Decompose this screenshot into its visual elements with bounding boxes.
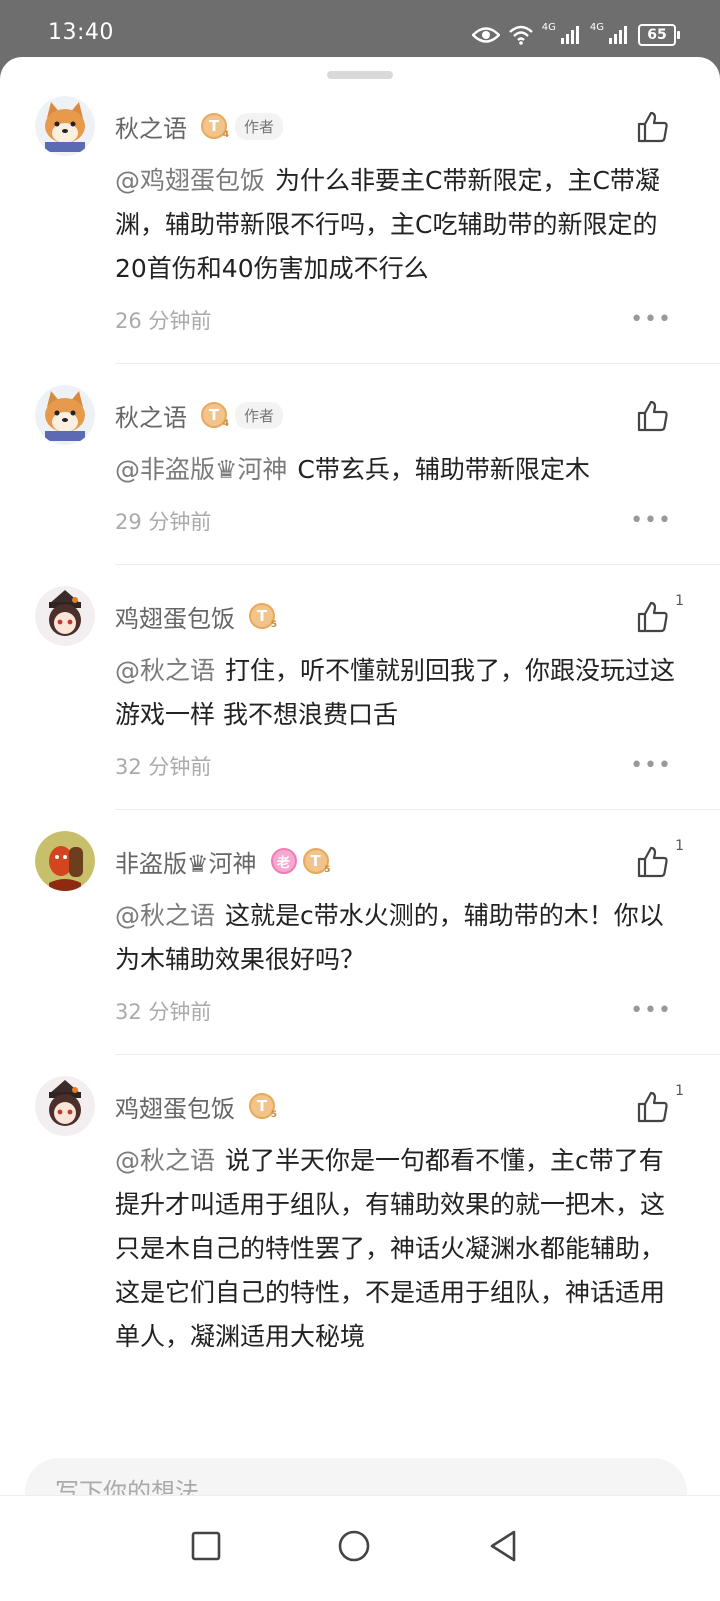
thumbs-up-icon[interactable]	[636, 1090, 670, 1124]
comment-text[interactable]: @鸡翅蛋包饭 为什么非要主C带新限定，主C带凝渊，辅助带新限不行吗，主C吃辅助带的…	[115, 159, 680, 291]
comment-sheet: 秋之语 T4 作者 @鸡翅蛋包饭 为什么非要主C带新限定，主C带凝渊，辅助带新限不…	[0, 57, 720, 1600]
mention-link[interactable]: @秋之语	[115, 1146, 215, 1175]
comment-text[interactable]: @非盗版♛河神 C带玄兵，辅助带新限定木	[115, 448, 680, 492]
circle-icon[interactable]	[334, 1526, 374, 1566]
comment-time: 29 分钟前	[115, 510, 212, 534]
comment-text[interactable]: @秋之语 这就是c带水火测的，辅助带的木！你以为木辅助效果很好吗？	[115, 894, 680, 982]
more-options-icon[interactable]: •••	[630, 755, 672, 777]
wifi-icon	[508, 25, 533, 45]
divider	[115, 1054, 720, 1055]
anime-girl-avatar[interactable]	[35, 586, 95, 646]
mention-link[interactable]: @非盗版♛河神	[115, 455, 287, 484]
username[interactable]: 非盗版♛河神	[115, 844, 257, 879]
eye-icon	[471, 27, 500, 43]
comment-item: 鸡翅蛋包饭 T5 @秋之语 说了半天你是一句都看不懂，主c带了有提升才叫适用于组队…	[0, 1073, 720, 1359]
mention-link[interactable]: @鸡翅蛋包饭	[115, 166, 265, 195]
level-badge-icon: T4	[201, 113, 229, 140]
battery-icon: 65	[638, 24, 680, 46]
more-options-icon[interactable]: •••	[630, 510, 672, 532]
author-tag: 作者	[235, 112, 284, 140]
more-options-icon[interactable]: •••	[630, 1000, 672, 1022]
comment-time: 32 分钟前	[115, 1000, 212, 1024]
username[interactable]: 鸡翅蛋包饭	[115, 599, 235, 634]
drag-handle[interactable]	[327, 71, 393, 79]
mention-link[interactable]: @秋之语	[115, 656, 215, 685]
more-options-icon[interactable]: •••	[630, 309, 672, 331]
comment-item: 非盗版♛河神 老 T5 @秋之语 这就是c带水火测的，辅助带的木！你以为木辅助效果…	[0, 828, 720, 1055]
vip-badge-icon: 老	[270, 848, 297, 874]
status-icons: 4G 4G 65	[471, 20, 680, 50]
thumbs-up-icon[interactable]	[636, 600, 670, 634]
system-nav-bar	[0, 1495, 720, 1601]
comment-item: 秋之语 T4 作者 @非盗版♛河神 C带玄兵，辅助带新限定木 29 分钟前 •••	[0, 382, 720, 565]
mention-link[interactable]: @秋之语	[115, 901, 215, 930]
username[interactable]: 鸡翅蛋包饭	[115, 1089, 235, 1124]
divider	[115, 363, 720, 364]
comment-time: 26 分钟前	[115, 309, 212, 333]
comment-item: 鸡翅蛋包饭 T5 @秋之语 打住，听不懂就别回我了，你跟没玩过这游戏一样 我不想浪…	[0, 583, 720, 810]
comment-text[interactable]: @秋之语 打住，听不懂就别回我了，你跟没玩过这游戏一样 我不想浪费口舌	[115, 649, 680, 737]
like-count: 1	[675, 1083, 684, 1099]
signal-icon-2	[609, 26, 627, 44]
signal-icon-1	[560, 26, 579, 44]
comment-time: 32 分钟前	[115, 755, 212, 779]
level-badge-icon: T5	[302, 848, 331, 875]
square-icon[interactable]	[186, 1526, 226, 1566]
author-tag: 作者	[235, 401, 284, 429]
shiba-dog-avatar[interactable]	[35, 96, 95, 156]
status-time: 13:40	[48, 20, 114, 45]
divider	[115, 564, 720, 565]
cartoon-character-avatar[interactable]	[35, 831, 95, 891]
comment-item: 秋之语 T4 作者 @鸡翅蛋包饭 为什么非要主C带新限定，主C带凝渊，辅助带新限不…	[0, 93, 720, 364]
divider	[115, 809, 720, 810]
level-badge-icon: T4	[201, 402, 229, 429]
like-count: 1	[675, 838, 684, 854]
username[interactable]: 秋之语	[115, 398, 187, 433]
level-badge-icon: T5	[249, 1093, 277, 1120]
comment-list[interactable]: 秋之语 T4 作者 @鸡翅蛋包饭 为什么非要主C带新限定，主C带凝渊，辅助带新限不…	[0, 93, 720, 1463]
level-badge-icon: T5	[249, 603, 277, 630]
network-label-1: 4G	[541, 21, 556, 33]
triangle-back-icon[interactable]	[484, 1526, 524, 1566]
thumbs-up-icon[interactable]	[636, 399, 670, 433]
comment-text[interactable]: @秋之语 说了半天你是一句都看不懂，主c带了有提升才叫适用于组队，有辅助效果的就一…	[115, 1139, 680, 1359]
network-label-2: 4G	[589, 21, 604, 33]
thumbs-up-icon[interactable]	[636, 845, 670, 879]
status-bar: 13:40 4G 4G 65	[0, 0, 720, 62]
anime-girl-avatar[interactable]	[35, 1076, 95, 1136]
scroll-fade	[0, 1397, 720, 1437]
like-count: 1	[675, 593, 684, 609]
shiba-dog-avatar[interactable]	[35, 385, 95, 445]
username[interactable]: 秋之语	[115, 109, 187, 144]
thumbs-up-icon[interactable]	[636, 110, 670, 144]
